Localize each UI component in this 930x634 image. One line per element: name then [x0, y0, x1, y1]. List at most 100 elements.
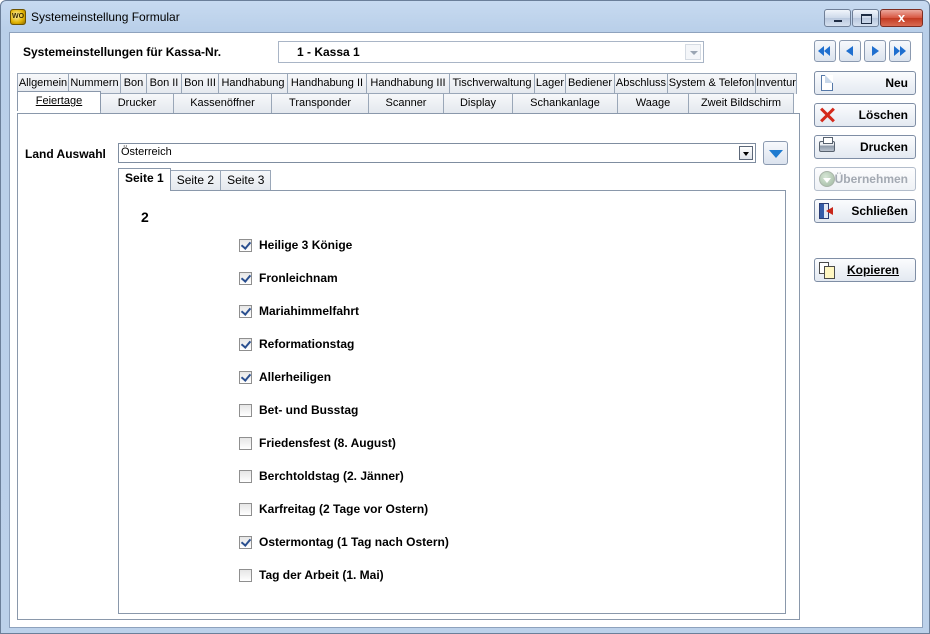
tab-display[interactable]: Display [443, 93, 513, 113]
tab-kassenöffner[interactable]: Kassenöffner [173, 93, 272, 113]
neu-button[interactable]: Neu [814, 71, 916, 95]
holiday-checkbox[interactable] [239, 535, 252, 549]
land-label: Land Auswahl [25, 147, 106, 161]
holiday-checkbox-row[interactable]: Mariahimmelfahrt [239, 303, 359, 319]
form-client-area: Systemeinstellungen für Kassa-Nr. 1 - Ka… [9, 32, 923, 628]
tab-waage[interactable]: Waage [617, 93, 689, 113]
tab-tischverwaltung[interactable]: Tischverwaltung [449, 73, 535, 94]
tab-handhabung-ii[interactable]: Handhabung II [287, 73, 367, 94]
last-record-icon-part [900, 46, 906, 56]
tab-transponder[interactable]: Transponder [271, 93, 369, 113]
tab-system-telefon[interactable]: System & Telefon [667, 73, 756, 94]
holiday-checkbox-row[interactable]: Tag der Arbeit (1. Mai) [239, 567, 384, 583]
holiday-checkbox[interactable] [239, 436, 252, 450]
land-select-value: Österreich [121, 146, 172, 158]
tab-feiertage[interactable]: Feiertage [17, 91, 101, 111]
holiday-checkbox-row[interactable]: Fronleichnam [239, 270, 338, 286]
tab-lager[interactable]: Lager [534, 73, 566, 94]
holiday-checkbox[interactable] [239, 502, 252, 516]
tab-drucker[interactable]: Drucker [100, 93, 174, 113]
uebernehmen-button[interactable]: Übernehmen [814, 167, 916, 191]
tab-label: Waage [635, 97, 671, 109]
previous-record-button[interactable] [839, 40, 861, 62]
tab-seite-1[interactable]: Seite 1 [118, 168, 171, 191]
land-select[interactable]: Österreich [118, 143, 756, 163]
exit-door-icon [819, 203, 833, 219]
new-document-icon [821, 75, 833, 91]
filter-dropdown-button[interactable] [763, 141, 788, 165]
holiday-checkbox-row[interactable]: Friedensfest (8. August) [239, 435, 396, 451]
holiday-label: Heilige 3 Könige [259, 238, 353, 252]
minimize-button[interactable] [824, 9, 851, 27]
tab-label: Bon III [184, 77, 216, 89]
tab-handhabung[interactable]: Handhabung [218, 73, 288, 94]
page-number: 2 [141, 209, 149, 225]
close-button[interactable]: x [880, 9, 923, 27]
tab-seite-3[interactable]: Seite 3 [220, 170, 272, 190]
tab-strip-row-2: Feiertage Drucker Kassenöffner Transponder S… [17, 91, 794, 114]
drucken-button-label: Drucken [859, 140, 908, 154]
holiday-checkbox-row[interactable]: Karfreitag (2 Tage vor Ostern) [239, 501, 428, 517]
kopieren-button[interactable]: Kopieren [814, 258, 916, 282]
kassa-select[interactable]: 1 - Kassa 1 [278, 41, 704, 63]
holiday-checkbox-row[interactable]: Ostermontag (1 Tag nach Ostern) [239, 534, 449, 550]
tab-label: Transponder [289, 97, 351, 109]
tab-label: Handhabung III [370, 77, 446, 89]
title-bar[interactable]: WO Systemeinstellung Formular x [1, 1, 929, 31]
feiertage-panel: Land Auswahl Österreich Seite 1 Seite 2 Se… [17, 113, 800, 620]
copy-icon [819, 262, 835, 279]
tab-label: Scanner [385, 97, 427, 109]
next-record-button[interactable] [864, 40, 886, 62]
holiday-checkbox-row[interactable]: Bet- und Busstag [239, 402, 358, 418]
maximize-button[interactable] [852, 9, 879, 27]
apply-icon [819, 171, 835, 187]
app-window: WO Systemeinstellung Formular x Systemei… [0, 0, 930, 634]
last-record-button[interactable] [889, 40, 911, 62]
tab-label: Zweit Bildschirm [700, 97, 782, 109]
tab-label: Allgemein [18, 77, 68, 89]
first-record-button[interactable] [814, 40, 836, 62]
kassa-label: Systemeinstellungen für Kassa-Nr. [23, 45, 222, 59]
tab-zweit-bildschirm[interactable]: Zweit Bildschirm [688, 93, 794, 113]
tab-label: Tischverwaltung [452, 77, 532, 89]
tab-schankanlage[interactable]: Schankanlage [512, 93, 618, 113]
tab-bon-ii[interactable]: Bon II [146, 73, 182, 94]
chevron-down-icon[interactable] [739, 146, 753, 160]
holiday-checkbox-row[interactable]: Reformationstag [239, 336, 354, 352]
tab-seite-2[interactable]: Seite 2 [169, 170, 222, 190]
holiday-checkbox[interactable] [239, 337, 252, 351]
tab-handhabung-iii[interactable]: Handhabung III [366, 73, 450, 94]
chevron-down-icon[interactable] [685, 44, 701, 60]
holiday-label: Karfreitag (2 Tage vor Ostern) [259, 502, 429, 516]
previous-record-icon [846, 46, 853, 56]
record-navigation [814, 40, 911, 62]
tab-label: Handhabung II [290, 77, 364, 89]
holiday-label: Friedensfest (8. August) [259, 436, 396, 450]
drucken-button[interactable]: Drucken [814, 135, 916, 159]
tab-inventur[interactable]: Inventur [755, 73, 797, 94]
holiday-checkbox[interactable] [239, 304, 252, 318]
holiday-checkbox[interactable] [239, 568, 252, 582]
tab-bediener[interactable]: Bediener [565, 73, 615, 94]
schliessen-button[interactable]: Schließen [814, 199, 916, 223]
tab-strip-row-1: Allgemein Nummern Bon Bon II Bon III Handhabu… [17, 73, 797, 94]
tab-scanner[interactable]: Scanner [368, 93, 444, 113]
holiday-label: Allerheiligen [259, 370, 332, 384]
holiday-checkbox[interactable] [239, 469, 252, 483]
holiday-checkbox-row[interactable]: Allerheiligen [239, 369, 331, 385]
holiday-checkbox-row[interactable]: Berchtoldstag (2. Jänner) [239, 468, 404, 484]
tab-bon-iii[interactable]: Bon III [181, 73, 219, 94]
holiday-checkbox[interactable] [239, 370, 252, 384]
loeschen-button[interactable]: Löschen [814, 103, 916, 127]
holiday-checkbox[interactable] [239, 271, 252, 285]
tab-abschluss[interactable]: Abschluss [614, 73, 668, 94]
printer-icon [819, 137, 835, 152]
holiday-label: Fronleichnam [259, 271, 338, 285]
tab-label: Lager [535, 77, 565, 89]
holiday-checkbox[interactable] [239, 238, 252, 252]
loeschen-button-label: Löschen [858, 108, 908, 122]
holiday-checkbox-row[interactable]: Heilige 3 Könige [239, 237, 352, 253]
tab-bon[interactable]: Bon [120, 73, 147, 94]
tab-label: Bon II [149, 77, 179, 89]
holiday-checkbox[interactable] [239, 403, 252, 417]
